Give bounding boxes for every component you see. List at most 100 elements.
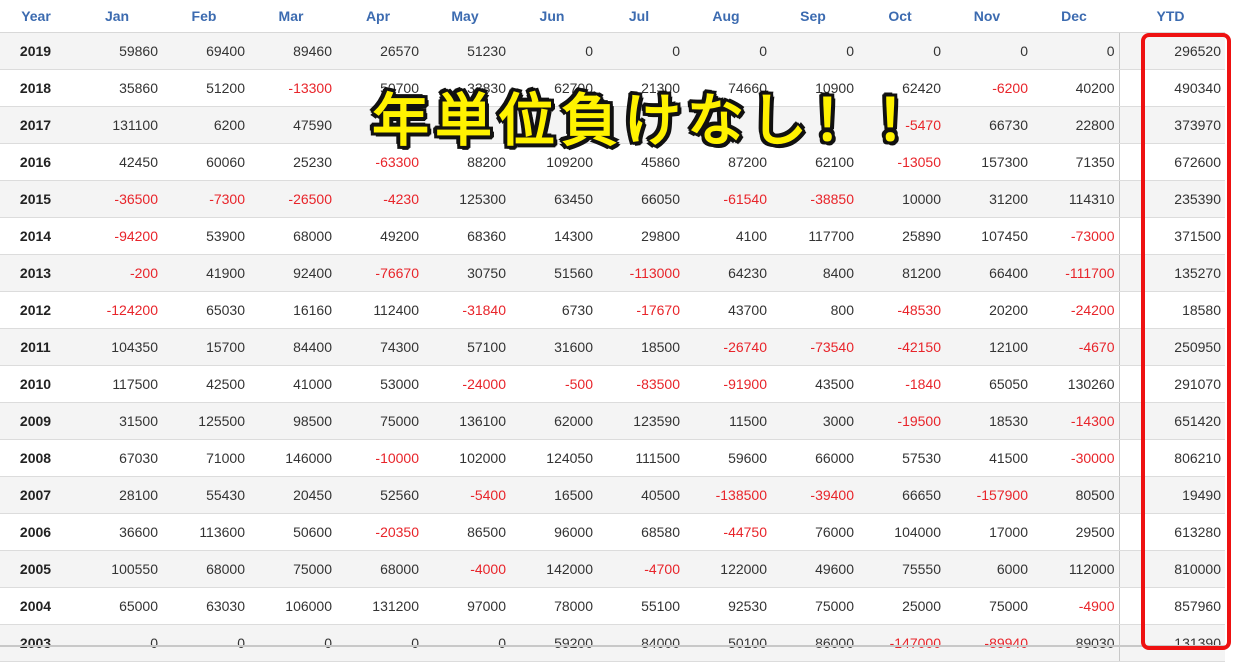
month-value-cell: -4900 [1032,587,1119,625]
month-value-cell: 42450 [75,143,162,181]
month-value-cell: -83500 [597,365,684,403]
ytd-cell: 806210 [1118,439,1225,477]
month-value-cell: -20350 [336,513,423,551]
month-value-cell: 50600 [249,513,336,551]
month-value-cell: 31200 [945,180,1032,218]
table-row: 2004 65000 63030 106000 131200 97000 78000 5510… [0,587,1225,625]
month-value-cell: 17000 [945,513,1032,551]
column-header-may[interactable]: May [423,0,510,33]
month-value-cell: 60060 [162,143,249,181]
ytd-cell: 131390 [1118,624,1225,662]
table-row: 2009 31500 125500 98500 75000 136100 62000 1235… [0,402,1225,440]
ytd-cell: 235390 [1118,180,1225,218]
month-value-cell: 112400 [336,291,423,329]
ytd-cell: 19490 [1118,476,1225,514]
column-header-sep[interactable]: Sep [771,0,858,33]
month-value-cell: 84400 [249,328,336,366]
month-value-cell: 109200 [510,143,597,181]
month-value-cell: 63450 [510,180,597,218]
ytd-cell: 296520 [1118,32,1225,70]
month-value-cell: 55430 [162,476,249,514]
month-value-cell: 66000 [771,439,858,477]
table-row: 2010 117500 42500 41000 53000 -24000 -500 -8350… [0,365,1225,403]
month-value-cell: 74300 [336,328,423,366]
month-value-cell: 57100 [423,328,510,366]
month-value-cell: 51560 [510,254,597,292]
month-value-cell: -14300 [1032,402,1119,440]
month-value-cell: 14300 [510,217,597,255]
ytd-cell: 373970 [1118,106,1225,144]
month-value-cell: 87200 [684,143,771,181]
month-value-cell: -138500 [684,476,771,514]
month-value-cell: 75000 [771,587,858,625]
month-value-cell: 53900 [162,217,249,255]
month-value-cell: 43500 [771,365,858,403]
column-header-ytd[interactable]: YTD [1119,0,1225,33]
column-header-jan[interactable]: Jan [75,0,162,33]
month-value-cell: 96000 [510,513,597,551]
month-value-cell: -500 [510,365,597,403]
month-value-cell: 136100 [423,402,510,440]
month-value-cell: -24200 [1032,291,1119,329]
table-row: 2003 0 0 0 0 0 59200 84000 50100 86000 -147000 -899… [0,624,1225,662]
month-value-cell: -38850 [771,180,858,218]
month-value-cell: 11500 [684,402,771,440]
year-cell: 2019 [0,32,75,70]
month-value-cell: 122000 [684,550,771,588]
table-row: 2015 -36500 -7300 -26500 -4230 125300 63450 660… [0,180,1225,218]
month-value-cell: 69400 [162,32,249,70]
month-value-cell: 68580 [597,513,684,551]
month-value-cell: 33830 [423,69,510,107]
year-cell: 2005 [0,550,75,588]
month-value-cell: -73540 [771,328,858,366]
month-value-cell: 45860 [597,143,684,181]
month-value-cell: 0 [75,624,162,662]
column-header-feb[interactable]: Feb [162,0,249,33]
month-value-cell: 113600 [162,513,249,551]
column-header-apr[interactable]: Apr [336,0,423,33]
month-value-cell: 29800 [597,217,684,255]
month-value-cell: 92530 [684,587,771,625]
month-value-cell: -17670 [597,291,684,329]
column-header-jun[interactable]: Jun [510,0,597,33]
column-header-oct[interactable]: Oct [858,0,945,33]
month-value-cell: 10000 [858,180,945,218]
month-value-cell: 146000 [249,439,336,477]
month-value-cell: 97000 [423,587,510,625]
month-value-cell: 78000 [510,587,597,625]
table-row: 2018 35860 51200 -13300 50700 33830 62700 21300… [0,69,1225,107]
month-value-cell: 0 [597,32,684,70]
month-value-cell: 66050 [597,180,684,218]
month-value-cell: 40500 [597,476,684,514]
column-header-year[interactable]: Year [0,0,75,33]
month-value-cell: 117500 [75,365,162,403]
column-header-jul[interactable]: Jul [597,0,684,33]
month-value-cell: 89030 [1032,624,1119,662]
column-header-aug[interactable]: Aug [684,0,771,33]
month-value-cell: -91900 [684,365,771,403]
ytd-cell: 672600 [1118,143,1225,181]
month-value-cell: -39400 [771,476,858,514]
ytd-cell: 250950 [1118,328,1225,366]
month-value-cell: -63300 [336,143,423,181]
month-value-cell: 0 [423,624,510,662]
month-value-cell: 65030 [162,291,249,329]
ytd-cell: 135270 [1118,254,1225,292]
month-value-cell: 12100 [945,328,1032,366]
column-header-mar[interactable]: Mar [249,0,336,33]
ytd-cell: 651420 [1118,402,1225,440]
month-value-cell: 40200 [1032,69,1119,107]
month-value-cell: 51200 [162,69,249,107]
ytd-cell: 291070 [1118,365,1225,403]
month-value-cell: 30750 [423,254,510,292]
month-value-cell: 57530 [858,439,945,477]
month-value-cell: -147000 [858,624,945,662]
month-value-cell: 100550 [75,550,162,588]
month-value-cell: 131100 [75,106,162,144]
month-value-cell: 20450 [249,476,336,514]
column-header-dec[interactable]: Dec [1032,0,1119,33]
year-cell: 2011 [0,328,75,366]
month-value-cell: 117700 [771,217,858,255]
month-value-cell: 67030 [75,439,162,477]
column-header-nov[interactable]: Nov [945,0,1032,33]
